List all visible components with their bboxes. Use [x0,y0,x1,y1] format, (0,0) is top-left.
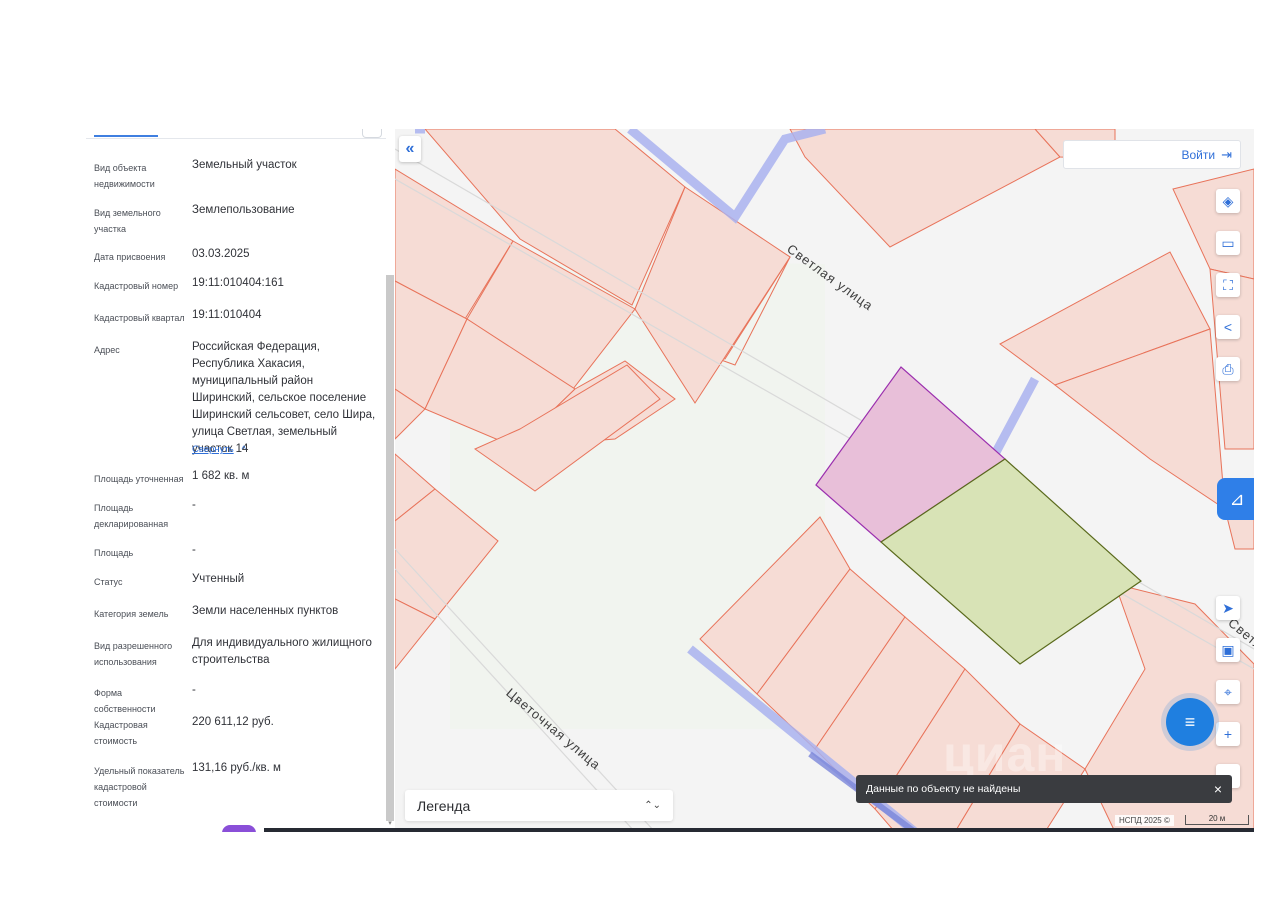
row-label: Форма собственности [94,688,156,714]
login-icon: ⇥ [1221,146,1232,162]
row-label: Вид объекта недвижимости [94,163,155,189]
row-label: Площадь декларированная [94,503,169,529]
map-canvas[interactable] [395,129,1254,832]
double-chevron-left-icon: « [405,140,415,157]
row-label: Удельный показатель кадастровой стоимост… [94,766,185,808]
row-label: Кадастровая стоимость [94,720,148,746]
legend-label: Легенда [417,797,471,814]
row-label: Категория земель [94,609,169,619]
scale-bar: 20 м [1185,815,1249,825]
row-label: Площадь уточненная [94,474,184,484]
area-select-button[interactable]: ⛶ [1216,273,1240,297]
row-value: Земельный участок [192,159,297,171]
chevron-up-icon: ^ [241,444,246,454]
share-icon: < [1223,319,1233,335]
cadastral-map[interactable]: Светлая улица Светла Цветочная улица « В… [395,129,1254,832]
collapse-label[interactable]: Свернуть [192,444,234,455]
login-label: Войти [1181,147,1216,162]
row-value: 1 682 кв. м [192,470,250,482]
row-label: Кадастровый номер [94,281,179,291]
panel-handle[interactable] [362,129,382,138]
login-button[interactable]: Войти ⇥ [1063,140,1241,169]
row-value[interactable]: 19:11:010404 [192,307,382,324]
row-label: Вид разрешенного использования [94,641,173,667]
collapse-link[interactable]: Свернуть ^ [192,444,246,455]
row-label: Кадастровый квартал [94,313,185,323]
row-label: Дата присвоения [94,252,166,262]
row-value: Земли населенных пунктов [192,605,339,617]
ruler-button[interactable]: ▭ [1216,231,1240,255]
print-icon: ⎙ [1222,360,1234,377]
row-value: Землепользование [192,204,295,216]
print-button[interactable]: ⎙ [1216,357,1240,381]
ruler-icon: ▭ [1221,234,1235,251]
side-tab-icon: ⊿ [1229,488,1245,509]
row-value: Учтенный [192,573,245,585]
minimap-icon: ▣ [1221,641,1235,658]
app-frame: Вид объекта недвижимости Земельный участ… [86,129,1254,832]
area-select-icon: ⛶ [1223,276,1233,293]
minimap-button[interactable]: ▣ [1216,638,1240,662]
row-value: 03.03.2025 [192,248,250,260]
chevron-updown-icon: ⌃⌄ [644,799,661,811]
row-value: - [192,499,196,511]
location-search-icon: ⌖ [1224,683,1232,700]
row-value: Российская Федерация, Республика Хакасия… [192,341,376,455]
collapse-panel-button[interactable]: « [399,136,421,162]
navigation-arrow-icon: ➤ [1222,599,1234,616]
row-value: - [192,544,196,556]
row-value: Для индивидуального жилищного строительс… [192,637,372,666]
row-value[interactable]: 19:11:010404:161 [192,275,382,292]
search-location-button[interactable]: ⌖ [1216,680,1240,704]
share-button[interactable]: < [1216,315,1240,339]
row-value: 131,16 руб./кв. м [192,762,281,774]
bottom-decoration [222,825,256,832]
row-value: - [192,684,196,696]
row-label: Вид земельного участка [94,208,161,234]
layers-button[interactable]: ◈ [1216,189,1240,213]
row-value: 220 611,12 руб. [192,716,274,728]
row-label: Адрес [94,345,120,355]
row-label: Статус [94,577,123,587]
side-tab-button[interactable]: ⊿ [1217,478,1254,520]
row-label: Площадь [94,548,134,558]
toast-notification: Данные по объекту не найдены × [856,775,1232,803]
copyright: НСПД 2025 © [1115,815,1174,826]
panel-scrollbar[interactable] [386,275,394,821]
bottom-bar [264,828,1254,832]
close-icon[interactable]: × [1214,781,1222,797]
zoom-in-button[interactable]: + [1216,722,1240,746]
legend-dropdown[interactable]: Легенда ⌃⌄ [405,790,673,821]
plus-icon: + [1223,726,1233,742]
geolocate-button[interactable]: ➤ [1216,596,1240,620]
chat-icon: ≡ [1184,711,1196,732]
object-info-panel: Вид объекта недвижимости Земельный участ… [86,129,395,832]
toast-message: Данные по объекту не найдены [866,783,1021,795]
layers-icon: ◈ [1222,192,1234,209]
chat-button[interactable]: ≡ [1166,698,1214,746]
divider [86,138,386,139]
active-tab-indicator [94,135,158,137]
